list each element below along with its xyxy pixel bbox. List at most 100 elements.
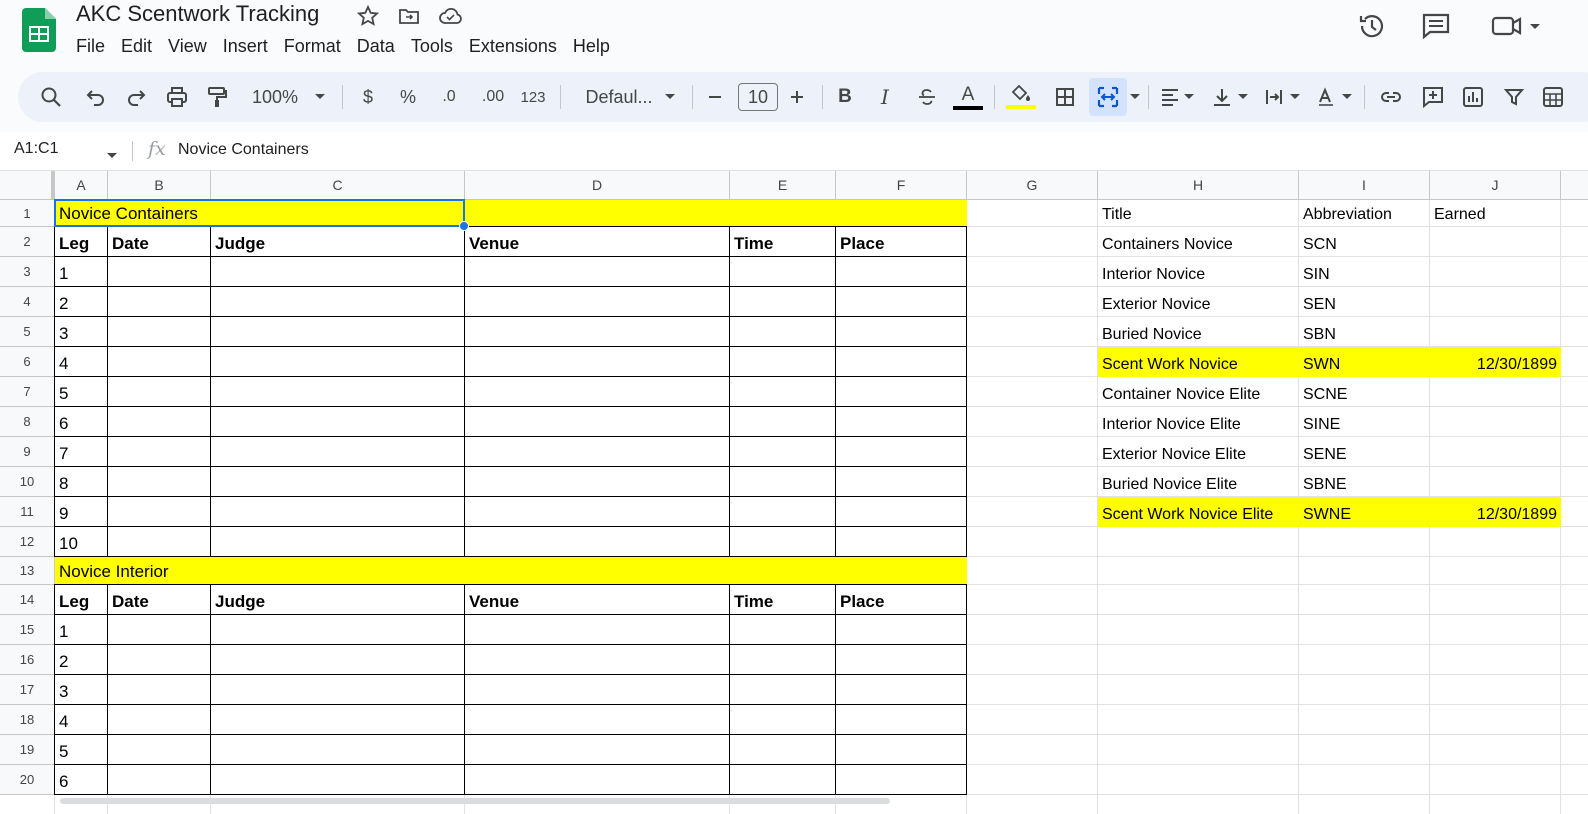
empty-cell[interactable]: [465, 735, 730, 765]
empty-cell[interactable]: [836, 705, 967, 735]
row-header-13[interactable]: 13: [0, 557, 55, 585]
leg-number-cell[interactable]: 4: [55, 705, 108, 735]
empty-cell[interactable]: [730, 645, 836, 675]
col-header-a[interactable]: A: [55, 171, 108, 200]
empty-cell[interactable]: [108, 527, 211, 557]
leg-number-cell[interactable]: 8: [55, 467, 108, 497]
row-header-20[interactable]: 20: [0, 765, 55, 795]
font-select[interactable]: Defaul...: [576, 72, 662, 122]
row-header-2[interactable]: 2: [0, 227, 55, 257]
empty-cell[interactable]: [465, 765, 730, 795]
title-abbr-cell[interactable]: SWN: [1299, 347, 1430, 377]
title-name-cell[interactable]: Buried Novice: [1098, 317, 1299, 347]
empty-cell[interactable]: [211, 347, 465, 377]
title-name-cell[interactable]: Interior Novice Elite: [1098, 407, 1299, 437]
title-earned-cell[interactable]: [1430, 317, 1561, 347]
row-header-12[interactable]: 12: [0, 527, 55, 557]
empty-cell[interactable]: [211, 675, 465, 705]
empty-cell[interactable]: [108, 765, 211, 795]
empty-cell[interactable]: [465, 347, 730, 377]
row-header-9[interactable]: 9: [0, 437, 55, 467]
empty-cell[interactable]: [108, 675, 211, 705]
decrease-font-size-icon[interactable]: [704, 72, 726, 122]
font-dropdown-icon[interactable]: [662, 72, 678, 122]
col-header-j[interactable]: J: [1430, 171, 1561, 200]
empty-cell[interactable]: [211, 317, 465, 347]
section-header-place[interactable]: Place: [836, 585, 967, 615]
leg-number-cell[interactable]: 3: [55, 675, 108, 705]
section-header-leg[interactable]: Leg: [55, 227, 108, 257]
menu-view[interactable]: View: [160, 34, 215, 60]
empty-cell[interactable]: [730, 675, 836, 705]
menu-insert[interactable]: Insert: [215, 34, 276, 60]
empty-cell[interactable]: [211, 615, 465, 645]
empty-cell[interactable]: [108, 377, 211, 407]
empty-cell[interactable]: [108, 467, 211, 497]
section-header-place[interactable]: Place: [836, 227, 967, 257]
title-abbr-cell[interactable]: SCNE: [1299, 377, 1430, 407]
move-folder-icon[interactable]: [397, 4, 421, 28]
empty-cell[interactable]: [108, 437, 211, 467]
zoom-dropdown-icon[interactable]: [312, 72, 328, 122]
menu-data[interactable]: Data: [349, 34, 403, 60]
selection-fill-handle[interactable]: [459, 221, 469, 231]
zoom-select[interactable]: 100%: [246, 72, 304, 122]
empty-cell[interactable]: [836, 467, 967, 497]
empty-cell[interactable]: [465, 437, 730, 467]
empty-cell[interactable]: [465, 377, 730, 407]
empty-cell[interactable]: [465, 527, 730, 557]
row-header-16[interactable]: 16: [0, 645, 55, 675]
col-header-e[interactable]: E: [730, 171, 836, 200]
empty-cell[interactable]: [730, 317, 836, 347]
empty-cell[interactable]: [211, 527, 465, 557]
row-header-4[interactable]: 4: [0, 287, 55, 317]
leg-number-cell[interactable]: 1: [55, 615, 108, 645]
empty-cell[interactable]: [465, 257, 730, 287]
comments-icon[interactable]: [1420, 10, 1452, 42]
borders-icon[interactable]: [1052, 72, 1078, 122]
empty-cell[interactable]: [730, 615, 836, 645]
empty-cell[interactable]: [211, 705, 465, 735]
meet-video-icon[interactable]: [1490, 10, 1542, 42]
select-all-corner[interactable]: [0, 171, 55, 200]
menu-file[interactable]: File: [68, 34, 113, 60]
empty-cell[interactable]: [108, 287, 211, 317]
col-header-i[interactable]: I: [1299, 171, 1430, 200]
section-header-time[interactable]: Time: [730, 585, 836, 615]
bold-button[interactable]: B: [834, 72, 856, 122]
leg-number-cell[interactable]: 6: [55, 407, 108, 437]
more-formats-button[interactable]: 123: [518, 72, 548, 122]
titles-header-earned[interactable]: Earned: [1430, 200, 1561, 227]
empty-cell[interactable]: [108, 615, 211, 645]
titles-header-abbreviation[interactable]: Abbreviation: [1299, 200, 1430, 227]
empty-cell[interactable]: [836, 437, 967, 467]
title-earned-cell[interactable]: [1430, 227, 1561, 257]
empty-cell[interactable]: [836, 765, 967, 795]
empty-cell[interactable]: [730, 467, 836, 497]
empty-cell[interactable]: [836, 645, 967, 675]
empty-cell[interactable]: [730, 347, 836, 377]
search-menus-icon[interactable]: [38, 72, 64, 122]
title-abbr-cell[interactable]: SINE: [1299, 407, 1430, 437]
empty-cell[interactable]: [108, 407, 211, 437]
title-earned-cell[interactable]: [1430, 467, 1561, 497]
empty-cell[interactable]: [465, 705, 730, 735]
empty-cell[interactable]: [465, 615, 730, 645]
empty-cell[interactable]: [465, 675, 730, 705]
title-earned-cell[interactable]: 12/30/1899: [1430, 497, 1561, 527]
print-icon[interactable]: [164, 72, 190, 122]
title-abbr-cell[interactable]: SWNE: [1299, 497, 1430, 527]
row-header-15[interactable]: 15: [0, 615, 55, 645]
section-header-date[interactable]: Date: [108, 227, 211, 257]
titles-header-title[interactable]: Title: [1098, 200, 1299, 227]
empty-cell[interactable]: [836, 527, 967, 557]
empty-cell[interactable]: [211, 257, 465, 287]
leg-number-cell[interactable]: 5: [55, 377, 108, 407]
empty-cell[interactable]: [465, 645, 730, 675]
empty-cell[interactable]: [465, 407, 730, 437]
insert-comment-icon[interactable]: [1420, 72, 1446, 122]
star-icon[interactable]: [356, 4, 380, 28]
sheets-logo-icon[interactable]: [22, 8, 56, 52]
empty-cell[interactable]: [730, 735, 836, 765]
empty-cell[interactable]: [730, 705, 836, 735]
